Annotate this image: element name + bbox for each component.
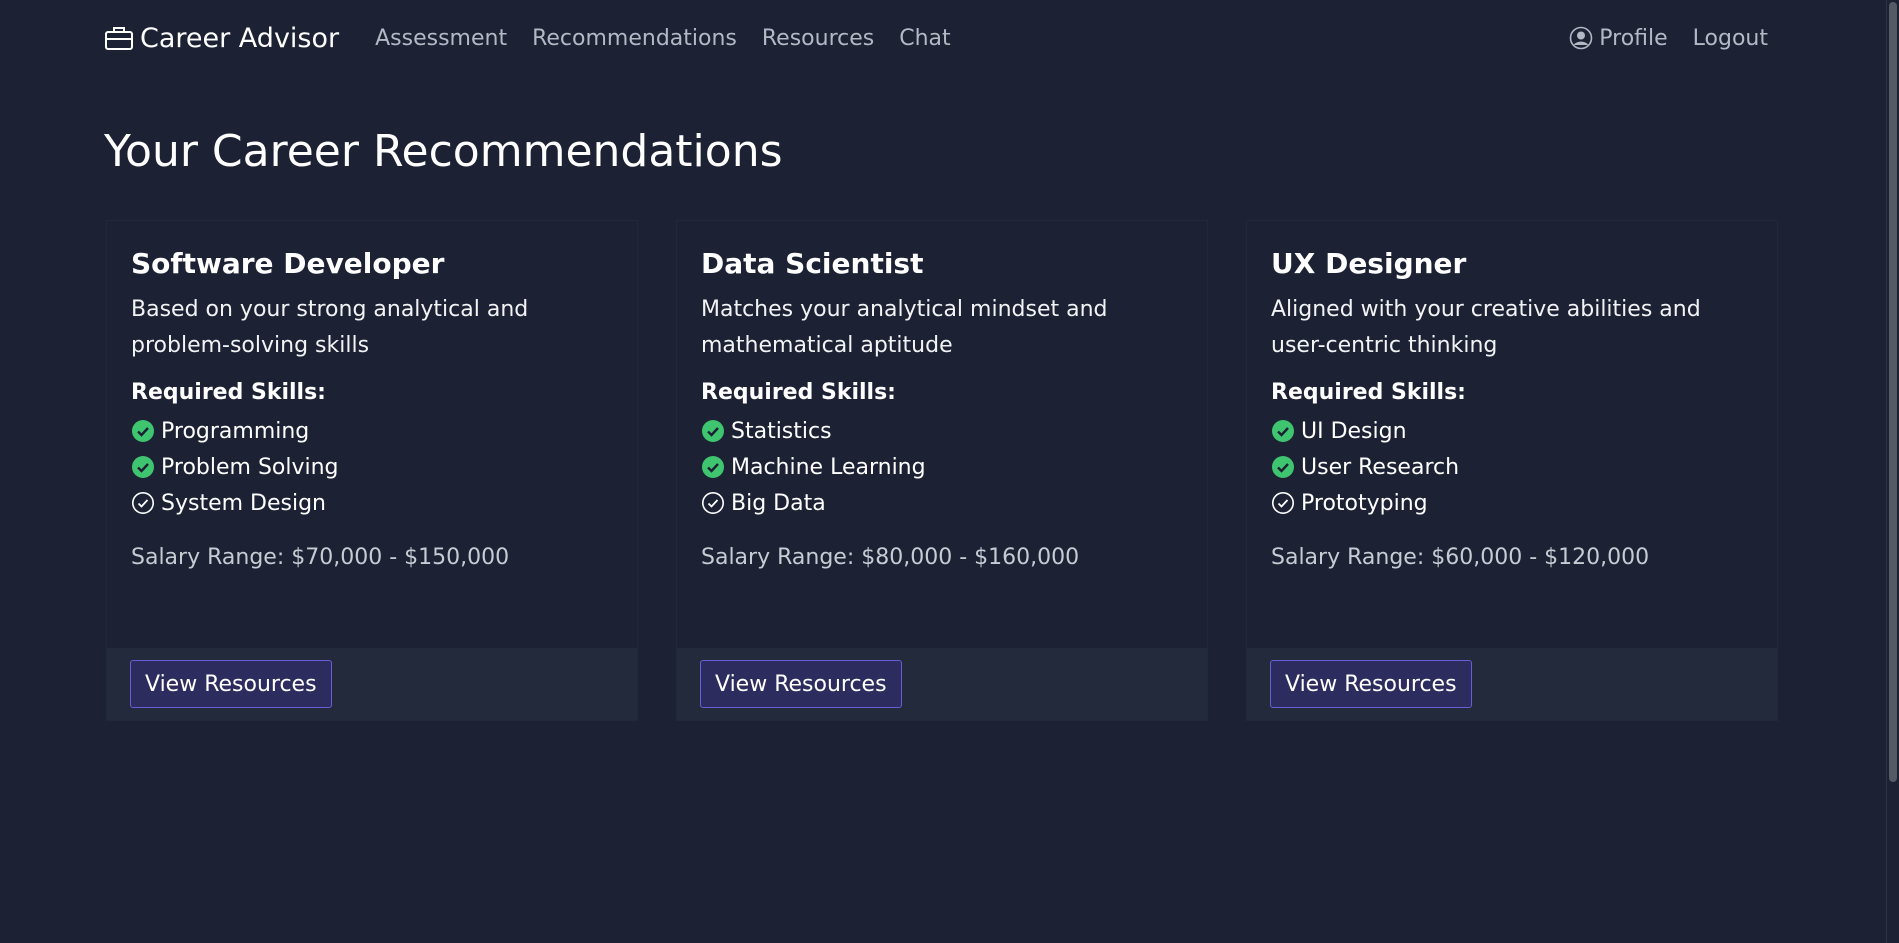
- navbar: Career Advisor Assessment Recommendation…: [104, 14, 1768, 62]
- skill-item: Programming: [131, 413, 613, 449]
- card-title: Software Developer: [131, 247, 445, 280]
- career-card: Data Scientist Matches your analytical m…: [676, 220, 1208, 721]
- card-footer: View Resources: [1247, 648, 1777, 720]
- briefcase-icon: [105, 27, 133, 50]
- card-title: Data Scientist: [701, 247, 924, 280]
- outline-check-icon: [701, 491, 725, 515]
- page-title: Your Career Recommendations: [104, 126, 783, 177]
- skills-list: Statistics Machine Learning Big Data: [701, 413, 1183, 521]
- skills-heading: Required Skills:: [131, 380, 326, 405]
- filled-check-icon: [1271, 419, 1295, 443]
- filled-check-icon: [701, 419, 725, 443]
- view-resources-button[interactable]: View Resources: [700, 660, 902, 708]
- nav-link-chat[interactable]: Chat: [899, 26, 950, 51]
- scrollbar-thumb[interactable]: [1889, 2, 1897, 782]
- card-description: Aligned with your creative abilities and…: [1271, 297, 1701, 358]
- view-resources-button[interactable]: View Resources: [1270, 660, 1472, 708]
- skill-name: UI Design: [1301, 418, 1407, 444]
- card-footer: View Resources: [107, 648, 637, 720]
- career-card: UX Designer Aligned with your creative a…: [1246, 220, 1778, 721]
- skill-item: Machine Learning: [701, 449, 1183, 485]
- skill-name: Big Data: [731, 490, 826, 516]
- skill-item: Big Data: [701, 485, 1183, 521]
- skill-name: Problem Solving: [161, 454, 339, 480]
- career-card: Software Developer Based on your strong …: [106, 220, 638, 721]
- nav-link-logout[interactable]: Logout: [1693, 26, 1768, 51]
- skill-name: Prototyping: [1301, 490, 1428, 516]
- skill-item: Statistics: [701, 413, 1183, 449]
- card-title: UX Designer: [1271, 247, 1467, 280]
- skill-item: Prototyping: [1271, 485, 1753, 521]
- brand[interactable]: Career Advisor: [104, 23, 339, 54]
- nav-link-assessment[interactable]: Assessment: [375, 26, 507, 51]
- nav-links: Assessment Recommendations Resources Cha…: [375, 26, 976, 51]
- card-footer: View Resources: [677, 648, 1207, 720]
- filled-check-icon: [131, 455, 155, 479]
- skill-name: User Research: [1301, 454, 1460, 480]
- skills-list: UI Design User Research Prototyping: [1271, 413, 1753, 521]
- filled-check-icon: [701, 455, 725, 479]
- skill-item: System Design: [131, 485, 613, 521]
- skill-name: Statistics: [731, 418, 832, 444]
- outline-check-icon: [131, 491, 155, 515]
- skills-heading: Required Skills:: [1271, 380, 1466, 405]
- salary-range: Salary Range: $60,000 - $120,000: [1271, 545, 1650, 570]
- view-resources-button[interactable]: View Resources: [130, 660, 332, 708]
- filled-check-icon: [131, 419, 155, 443]
- card-description: Matches your analytical mindset and math…: [701, 297, 1108, 358]
- profile-label: Profile: [1599, 25, 1668, 51]
- user-circle-icon: [1569, 26, 1593, 50]
- nav-right: Profile Logout: [1544, 26, 1768, 51]
- brand-label: Career Advisor: [140, 22, 340, 54]
- filled-check-icon: [1271, 455, 1295, 479]
- skill-item: UI Design: [1271, 413, 1753, 449]
- skill-name: Programming: [161, 418, 310, 444]
- skill-item: User Research: [1271, 449, 1753, 485]
- page-scrollbar[interactable]: [1886, 0, 1899, 943]
- skill-name: Machine Learning: [731, 454, 926, 480]
- nav-link-recommendations[interactable]: Recommendations: [532, 26, 737, 51]
- outline-check-icon: [1271, 491, 1295, 515]
- skills-heading: Required Skills:: [701, 380, 896, 405]
- salary-range: Salary Range: $70,000 - $150,000: [131, 545, 510, 570]
- skills-list: Programming Problem Solving System Desig…: [131, 413, 613, 521]
- recommendation-cards: Software Developer Based on your strong …: [106, 220, 1778, 721]
- skill-name: System Design: [161, 490, 326, 516]
- nav-link-resources[interactable]: Resources: [762, 26, 874, 51]
- salary-range: Salary Range: $80,000 - $160,000: [701, 545, 1080, 570]
- skill-item: Problem Solving: [131, 449, 613, 485]
- card-description: Based on your strong analytical and prob…: [131, 297, 529, 358]
- nav-link-profile[interactable]: Profile: [1569, 25, 1668, 51]
